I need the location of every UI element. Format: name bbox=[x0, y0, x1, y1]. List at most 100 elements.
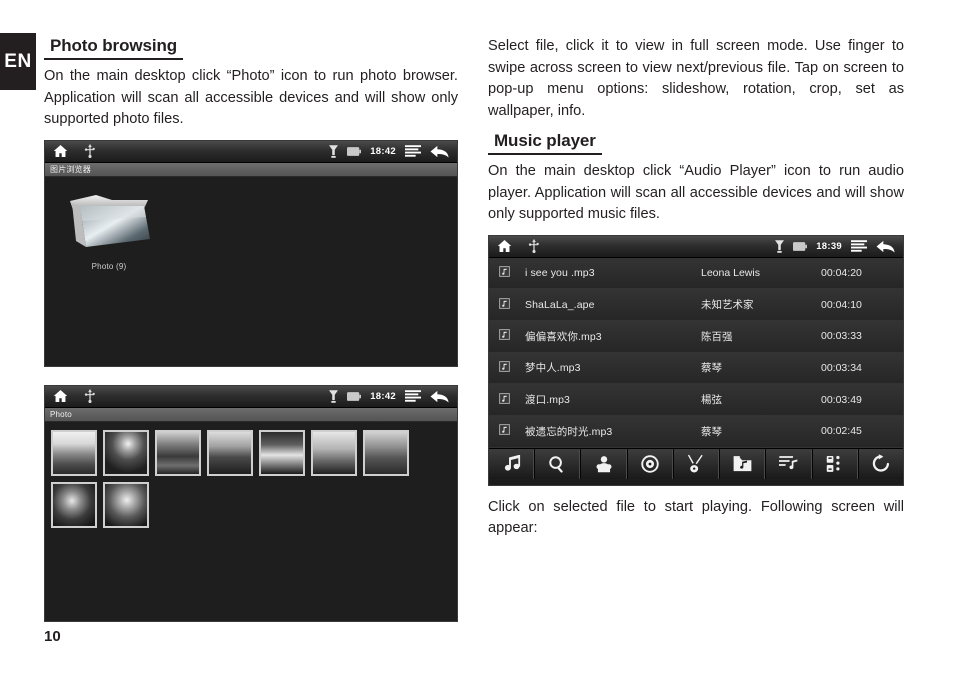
status-bar: 18:39 bbox=[489, 235, 903, 258]
home-icon[interactable] bbox=[53, 389, 68, 403]
track-duration: 00:04:10 bbox=[821, 298, 862, 311]
thumb-9-image bbox=[105, 483, 147, 526]
language-tab: EN bbox=[0, 33, 36, 90]
artist-icon bbox=[595, 455, 613, 473]
closing-paragraph: Click on selected file to start playing.… bbox=[488, 498, 904, 537]
track-row[interactable]: 渡口.mp3 楊弦 00:03:49 bbox=[489, 384, 903, 416]
photo-thumbnail[interactable] bbox=[207, 429, 253, 476]
menu-icon[interactable] bbox=[851, 240, 867, 252]
photo-thumbnail[interactable] bbox=[363, 429, 409, 476]
track-title: 被遗忘的时光.mp3 bbox=[525, 425, 613, 438]
photo-thumbnail[interactable] bbox=[51, 481, 97, 528]
usb-icon[interactable] bbox=[528, 239, 540, 253]
page-number: 10 bbox=[44, 628, 61, 645]
track-title: 梦中人.mp3 bbox=[525, 362, 581, 375]
toolbar-button-genres[interactable] bbox=[672, 448, 720, 479]
music-file-icon bbox=[499, 296, 525, 314]
music-player-screenshot: 18:39 i see you .mp3 Leona Lewis 00:04:2… bbox=[488, 234, 904, 486]
track-artist: 未知艺术家 bbox=[701, 299, 754, 312]
thumb-8-image bbox=[53, 483, 95, 526]
track-title: 渡口.mp3 bbox=[525, 394, 570, 407]
photo-thumbnail[interactable] bbox=[155, 429, 201, 476]
track-duration: 00:02:45 bbox=[821, 425, 862, 438]
music-file-icon bbox=[499, 422, 525, 440]
usb-icon[interactable] bbox=[84, 144, 96, 158]
photo-browsing-paragraph: On the main desktop click “Photo” icon t… bbox=[44, 68, 458, 127]
toolbar-button-search[interactable] bbox=[534, 448, 581, 479]
music-file-icon bbox=[499, 327, 525, 345]
toolbar-button-equalizer[interactable] bbox=[811, 448, 858, 479]
menu-icon[interactable] bbox=[405, 145, 421, 157]
track-list: i see you .mp3 Leona Lewis 00:04:20 ShaLaLa… bbox=[489, 257, 903, 448]
thumb-4-image bbox=[209, 431, 251, 474]
back-arrow-icon[interactable] bbox=[876, 240, 895, 253]
track-title: i see you .mp3 bbox=[525, 266, 595, 279]
toolbar-button-albums[interactable] bbox=[626, 448, 673, 479]
toolbar-button-songs[interactable] bbox=[489, 448, 535, 479]
right-column: Select file, click it to view in full sc… bbox=[488, 36, 904, 549]
battery-icon bbox=[347, 391, 362, 401]
track-duration: 00:03:33 bbox=[821, 330, 862, 343]
folder-canvas: Photo (9) bbox=[45, 176, 457, 366]
signal-icon bbox=[329, 144, 339, 158]
breadcrumb: 图片浏览器 bbox=[45, 162, 457, 177]
track-row[interactable]: i see you .mp3 Leona Lewis 00:04:20 bbox=[489, 257, 903, 290]
thumb-7-image bbox=[365, 431, 407, 474]
track-title: 偏偏喜欢你.mp3 bbox=[525, 330, 602, 343]
repeat-icon bbox=[872, 454, 890, 473]
battery-icon bbox=[347, 146, 362, 156]
toolbar-button-refresh[interactable] bbox=[857, 448, 903, 479]
thumb-2-image bbox=[105, 431, 147, 474]
toolbar-button-artists[interactable] bbox=[580, 448, 627, 479]
thumb-1-image bbox=[53, 431, 95, 474]
music-file-icon bbox=[499, 391, 525, 409]
home-icon[interactable] bbox=[497, 239, 512, 253]
track-duration: 00:03:49 bbox=[821, 393, 862, 406]
track-artist: 蔡琴 bbox=[701, 425, 722, 438]
playlist-icon bbox=[777, 455, 798, 472]
photo-browser-thumbnails-screenshot: 18:42 Photo bbox=[44, 384, 458, 622]
photo-thumbnail[interactable] bbox=[311, 429, 357, 476]
left-column: Photo browsing On the main desktop click… bbox=[44, 36, 458, 622]
menu-icon[interactable] bbox=[405, 390, 421, 402]
usb-icon[interactable] bbox=[84, 389, 96, 403]
back-arrow-icon[interactable] bbox=[430, 390, 449, 403]
signal-icon bbox=[329, 389, 339, 403]
album-disc-icon bbox=[641, 454, 659, 473]
photo-thumbnail[interactable] bbox=[103, 481, 149, 528]
track-artist: 楊弦 bbox=[701, 394, 722, 407]
folder-item-photo[interactable]: Photo (9) bbox=[61, 191, 157, 271]
music-toolbar bbox=[489, 447, 903, 479]
thumb-5-image bbox=[261, 431, 303, 474]
thumb-3-image bbox=[157, 431, 199, 474]
status-bar: 18:42 bbox=[45, 385, 457, 408]
photo-browser-folder-screenshot: 18:42 图片浏览器 Photo (9) bbox=[44, 139, 458, 367]
status-time: 18:39 bbox=[816, 240, 842, 252]
music-file-icon bbox=[499, 264, 525, 282]
track-title: ShaLaLa_.ape bbox=[525, 298, 595, 311]
track-row[interactable]: 梦中人.mp3 蔡琴 00:03:34 bbox=[489, 352, 903, 385]
track-artist: Leona Lewis bbox=[701, 266, 760, 279]
music-note-icon bbox=[502, 455, 521, 472]
track-row[interactable]: 偏偏喜欢你.mp3 陈百强 00:03:33 bbox=[489, 320, 903, 353]
track-artist: 陈百强 bbox=[701, 330, 733, 343]
manual-page: EN Photo browsing On the main desktop cl… bbox=[0, 0, 954, 677]
toolbar-button-folders[interactable] bbox=[719, 448, 766, 479]
track-duration: 00:03:34 bbox=[821, 361, 862, 374]
music-player-heading: Music player bbox=[488, 131, 602, 155]
status-time: 18:42 bbox=[370, 145, 396, 157]
thumbnail-grid bbox=[45, 421, 457, 621]
folder-label: Photo (9) bbox=[91, 261, 127, 271]
photo-thumbnail[interactable] bbox=[103, 429, 149, 476]
battery-icon bbox=[793, 241, 808, 251]
home-icon[interactable] bbox=[53, 144, 68, 158]
toolbar-button-playlist[interactable] bbox=[765, 448, 812, 479]
signal-icon bbox=[775, 239, 785, 253]
music-file-icon bbox=[499, 359, 525, 377]
search-icon bbox=[548, 455, 566, 473]
photo-thumbnail[interactable] bbox=[259, 429, 305, 476]
track-row[interactable]: ShaLaLa_.ape 未知艺术家 00:04:10 bbox=[489, 289, 903, 321]
back-arrow-icon[interactable] bbox=[430, 145, 449, 158]
track-row[interactable]: 被遗忘的时光.mp3 蔡琴 00:02:45 bbox=[489, 415, 903, 448]
photo-thumbnail[interactable] bbox=[51, 429, 97, 476]
